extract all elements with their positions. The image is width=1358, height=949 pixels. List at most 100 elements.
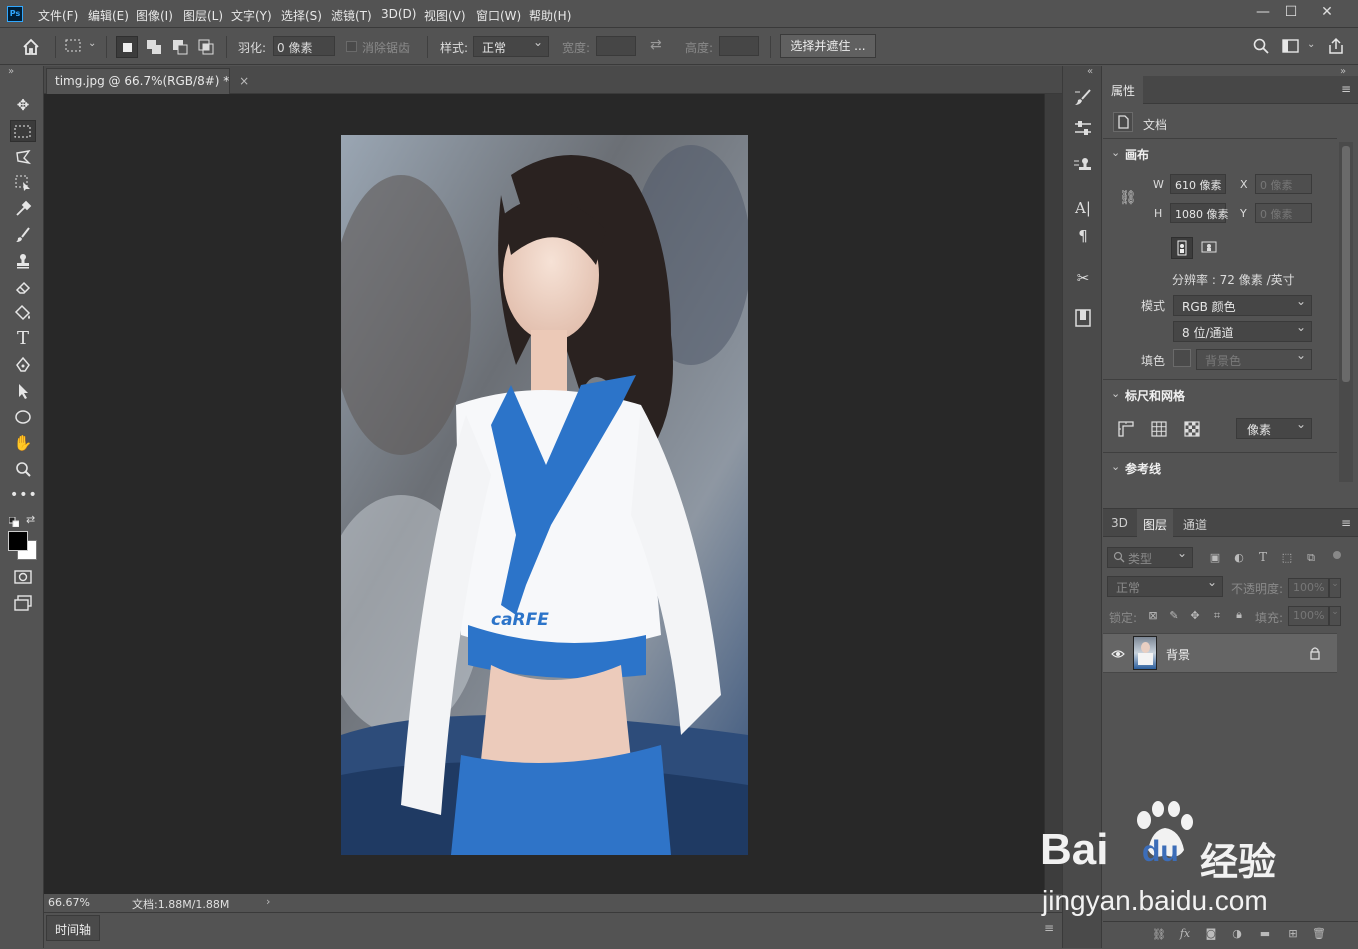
lock-position-icon[interactable]: ✥ [1187, 609, 1203, 622]
paint-bucket-tool-icon[interactable] [10, 302, 36, 324]
brush-tool-icon[interactable] [10, 224, 36, 246]
type-tool-icon[interactable]: T [10, 328, 36, 350]
select-and-mask-button[interactable]: 选择并遮住 ... [780, 34, 876, 58]
height-input[interactable] [719, 36, 759, 56]
opacity-field[interactable]: 100% [1288, 578, 1329, 598]
close-window-button[interactable]: ✕ [1312, 2, 1342, 22]
color-mode-select[interactable]: RGB 颜色 [1173, 294, 1312, 316]
menu-window[interactable]: 窗口(W) [476, 7, 521, 24]
link-layers-icon[interactable]: ⛓ [1151, 928, 1167, 941]
canvas-area[interactable]: caRFE [44, 94, 1044, 894]
properties-tab[interactable]: 属性 [1103, 76, 1144, 104]
add-mask-icon[interactable]: ◙ [1203, 927, 1219, 940]
filter-adjustment-icon[interactable]: ◐ [1231, 551, 1247, 564]
ruler-unit-select[interactable]: 像素 [1236, 417, 1312, 439]
workspace-icon[interactable] [1282, 38, 1300, 54]
timeline-tab[interactable]: 时间轴 [46, 915, 101, 941]
opacity-dropdown-icon[interactable]: ⌄ [1329, 578, 1341, 598]
new-adjustment-icon[interactable]: ◑ [1229, 927, 1245, 940]
screen-mode-icon[interactable] [10, 592, 36, 614]
ruler-icon[interactable] [1117, 420, 1135, 438]
menu-image[interactable]: 图像(I) [136, 7, 173, 24]
bit-depth-select[interactable]: 8 位/通道 [1173, 320, 1312, 342]
path-selection-tool-icon[interactable] [10, 380, 36, 402]
filter-type-icon[interactable]: T [1255, 550, 1271, 564]
canvas-y-field[interactable]: 0 像素 [1255, 203, 1312, 223]
fill-color-swatch[interactable] [1173, 349, 1191, 367]
zoom-tool-icon[interactable] [10, 458, 36, 480]
object-selection-tool-icon[interactable] [10, 172, 36, 194]
feather-input[interactable]: 0 像素 [273, 36, 335, 56]
maximize-button[interactable]: ☐ [1277, 2, 1305, 22]
visibility-eye-icon[interactable] [1111, 648, 1125, 658]
fill-select[interactable]: 背景色 [1196, 348, 1312, 370]
home-icon[interactable] [20, 36, 44, 58]
menu-edit[interactable]: 编辑(E) [88, 7, 129, 24]
lock-transparent-icon[interactable]: ⊠ [1145, 609, 1161, 622]
default-colors-icon[interactable] [8, 516, 20, 528]
fill-dropdown-icon[interactable]: ⌄ [1329, 606, 1341, 626]
new-layer-icon[interactable]: ⊞ [1285, 927, 1301, 940]
tab-layers[interactable]: 图层 [1137, 509, 1174, 537]
filter-shape-icon[interactable]: ⬚ [1279, 551, 1295, 564]
eyedropper-tool-icon[interactable] [10, 198, 36, 220]
filter-smartobject-icon[interactable]: ⧉ [1303, 551, 1319, 565]
style-select[interactable]: 正常 [473, 35, 549, 57]
antialias-checkbox[interactable] [346, 41, 357, 52]
brush-settings-icon[interactable] [1071, 86, 1095, 110]
menu-view[interactable]: 视图(V) [424, 7, 466, 24]
delete-layer-icon[interactable]: 🗑︎ [1311, 927, 1327, 940]
more-tools-icon[interactable]: ••• [10, 484, 37, 506]
grid-icon[interactable] [1150, 420, 1168, 438]
blend-mode-select[interactable]: 正常 [1107, 575, 1223, 597]
landscape-orientation-icon[interactable] [1199, 237, 1221, 259]
notes-panel-icon[interactable] [1071, 306, 1095, 330]
canvas-scrollbar[interactable] [1044, 94, 1062, 894]
swap-dimensions-icon[interactable]: ⇄ [650, 37, 662, 53]
tab-channels[interactable]: 通道 [1177, 509, 1213, 537]
filter-pixel-icon[interactable]: ▣ [1207, 551, 1223, 564]
menu-layer[interactable]: 图层(L) [183, 7, 223, 24]
guides-collapse-icon[interactable]: ⌄ [1111, 460, 1120, 473]
menu-3d[interactable]: 3D(D) [381, 7, 416, 21]
eraser-tool-icon[interactable] [10, 276, 36, 298]
menu-select[interactable]: 选择(S) [281, 7, 322, 24]
rulers-collapse-icon[interactable]: ⌄ [1111, 387, 1120, 400]
canvas-width-field[interactable]: 610 像素 [1170, 174, 1226, 194]
layer-style-fx-icon[interactable]: fx [1177, 927, 1193, 940]
layer-name[interactable]: 背景 [1166, 646, 1190, 663]
clone-stamp-tool-icon[interactable] [10, 250, 36, 272]
quick-mask-icon[interactable] [10, 566, 36, 588]
swap-colors-icon[interactable]: ⇄ [26, 513, 35, 526]
close-tab-icon[interactable]: × [239, 74, 249, 88]
layers-panel-menu-icon[interactable]: ≡ [1341, 516, 1351, 530]
collapse-toolbar-icon[interactable]: » [8, 66, 14, 77]
chevron-down-icon[interactable]: ⌄ [88, 38, 96, 49]
document-image[interactable]: caRFE [341, 135, 748, 855]
pen-tool-icon[interactable] [10, 354, 36, 376]
properties-scrollbar[interactable] [1339, 142, 1353, 482]
intersect-selection-icon[interactable] [196, 37, 216, 57]
status-menu-arrow-icon[interactable]: › [266, 895, 270, 908]
fill-field[interactable]: 100% [1288, 606, 1329, 626]
move-tool-icon[interactable]: ✥ [10, 94, 36, 116]
new-group-icon[interactable]: ▬ [1257, 927, 1273, 940]
tool-presets-icon[interactable]: ✂ [1071, 266, 1095, 290]
width-input[interactable] [596, 36, 636, 56]
character-panel-icon[interactable]: A| [1071, 196, 1095, 220]
marquee-preset-icon[interactable] [64, 38, 84, 54]
minimize-button[interactable]: — [1249, 2, 1277, 22]
add-selection-icon[interactable] [144, 37, 164, 57]
link-dimensions-icon[interactable]: ⛓ [1119, 190, 1137, 206]
filter-toggle-icon[interactable] [1333, 551, 1341, 559]
canvas-height-field[interactable]: 1080 像素 [1170, 203, 1229, 223]
lasso-tool-icon[interactable] [10, 146, 36, 168]
rectangular-marquee-tool-icon[interactable] [10, 120, 36, 142]
canvas-section-title[interactable]: 画布 [1125, 146, 1149, 163]
layer-lock-icon[interactable] [1309, 646, 1321, 660]
tab-3d[interactable]: 3D [1105, 509, 1134, 537]
guides-section-title[interactable]: 参考线 [1125, 460, 1161, 477]
menu-type[interactable]: 文字(Y) [231, 7, 272, 24]
rulers-section-title[interactable]: 标尺和网格 [1125, 387, 1185, 404]
subtract-selection-icon[interactable] [170, 37, 190, 57]
